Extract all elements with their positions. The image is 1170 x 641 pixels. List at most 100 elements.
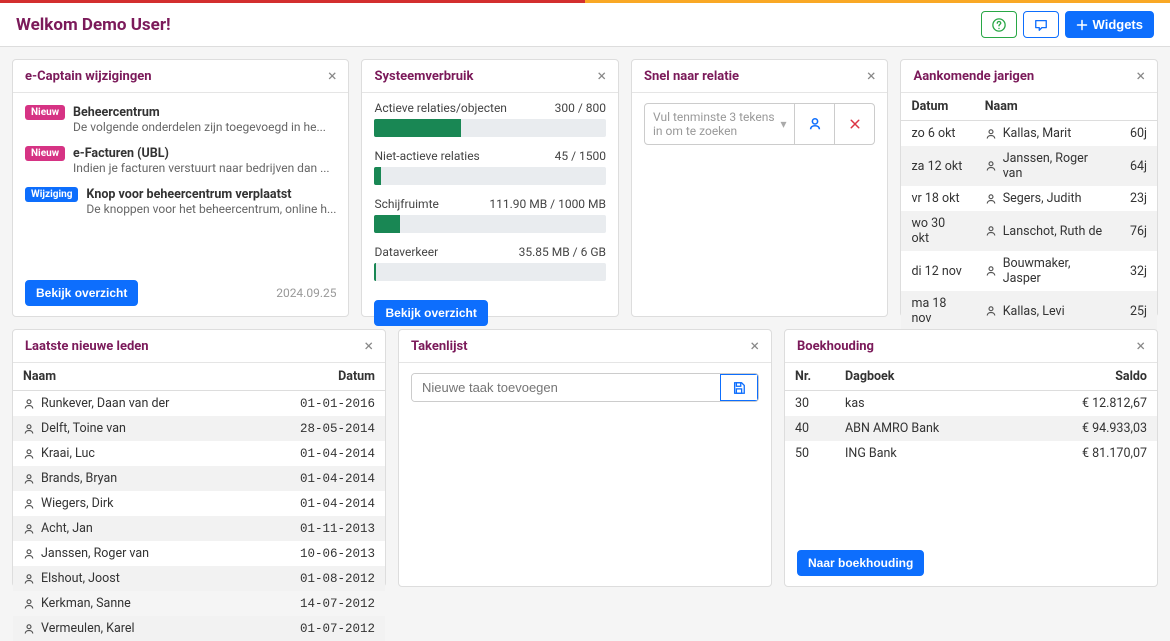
quicksearch-card: Snel naar relatie × Vul tenminste 3 teke… [631,59,889,317]
table-row[interactable]: Vermeulen, Karel01-07-2012 [13,616,385,641]
go-to-relation-button[interactable] [794,104,834,144]
table-row[interactable]: Runkever, Daan van der01-01-2016 [13,391,385,417]
table-row[interactable]: Acht, Jan01-11-2013 [13,516,385,541]
col-book: Dagboek [835,363,1020,391]
birthdays-title: Aankomende jarigen [913,69,1034,84]
change-title: e-Facturen (UBL) [73,146,336,161]
cell-name: Runkever, Daan van der [13,391,250,417]
table-row[interactable]: Brands, Bryan01-04-2014 [13,466,385,491]
person-icon [23,423,35,435]
cell-book: ING Bank [835,441,1020,466]
cell-date: za 12 okt [901,146,974,186]
change-item[interactable]: Nieuwe-Facturen (UBL)Indien je facturen … [13,140,348,181]
x-icon [849,118,861,130]
help-button[interactable] [981,11,1017,38]
cell-name: Vermeulen, Karel [13,616,250,641]
changes-overview-button[interactable]: Bekijk overzicht [25,280,138,306]
relation-search-select[interactable]: Vul tenminste 3 tekens in om te zoeken ▾ [645,104,795,144]
usage-card: Systeemverbruik × Actieve relaties/objec… [361,59,619,317]
change-item[interactable]: WijzigingKnop voor beheercentrum verplaa… [13,181,348,222]
question-circle-icon [992,18,1006,32]
accounting-title: Boekhouding [797,339,874,354]
change-title: Knop voor beheercentrum verplaatst [86,187,336,202]
cell-date: 01-01-2016 [250,391,385,417]
cell-date: 14-07-2012 [250,591,385,616]
cell-name: Elshout, Joost [13,566,250,591]
clear-search-button[interactable] [834,104,874,144]
cell-name: Wiegers, Dirk [13,491,250,516]
usage-value: 35.85 MB / 6 GB [519,245,606,259]
goto-accounting-button[interactable]: Naar boekhouding [797,550,924,576]
chevron-down-icon: ▾ [780,117,786,131]
newmembers-card: Laatste nieuwe leden × Naam Datum Runkev… [12,329,386,587]
person-icon [985,305,997,317]
usage-row: Dataverkeer35.85 MB / 6 GB [362,241,618,289]
table-row[interactable]: Janssen, Roger van10-06-2013 [13,541,385,566]
col-date: Datum [250,363,385,391]
newmembers-title: Laatste nieuwe leden [25,339,149,354]
cell-date: 10-06-2013 [250,541,385,566]
person-icon [23,473,35,485]
progress-bar-track [374,119,606,137]
cell-date: 01-04-2014 [250,466,385,491]
table-row[interactable]: ma 18 novKallas, Levi25j [901,291,1157,331]
cell-date: ma 18 nov [901,291,974,331]
table-row[interactable]: Kraai, Luc01-04-2014 [13,441,385,466]
close-icon[interactable]: × [1136,338,1145,354]
new-task-input[interactable] [412,374,720,401]
cell-name: Acht, Jan [13,516,250,541]
table-row[interactable]: 40ABN AMRO Bank€ 94.933,03 [785,416,1157,441]
quicksearch-title: Snel naar relatie [644,69,739,84]
close-icon[interactable]: × [750,338,759,354]
save-task-button[interactable] [720,374,758,401]
usage-value: 45 / 1500 [555,149,606,163]
close-icon[interactable]: × [597,68,606,84]
cell-name: Kallas, Levi [975,291,1120,331]
close-icon[interactable]: × [867,68,876,84]
cell-saldo: € 81.170,07 [1020,441,1157,466]
plus-icon [1076,19,1088,31]
close-icon[interactable]: × [1136,68,1145,84]
person-icon [23,548,35,560]
usage-title: Systeemverbruik [374,69,473,84]
table-row[interactable]: 30kas€ 12.812,67 [785,391,1157,417]
relation-search[interactable]: Vul tenminste 3 tekens in om te zoeken ▾ [644,103,876,145]
table-row[interactable]: za 12 oktJanssen, Roger van64j [901,146,1157,186]
table-row[interactable]: Kerkman, Sanne14-07-2012 [13,591,385,616]
table-row[interactable]: Delft, Toine van28-05-2014 [13,416,385,441]
table-row[interactable]: di 12 novBouwmaker, Jasper32j [901,251,1157,291]
close-icon[interactable]: × [364,338,373,354]
welcome-title: Welkom Demo User! [16,15,171,35]
cell-date: 01-07-2012 [250,616,385,641]
cell-name: Kallas, Marit [975,121,1120,147]
change-item[interactable]: NieuwBeheercentrumDe volgende onderdelen… [13,99,348,140]
person-icon [985,225,997,237]
speech-bubble-icon [1034,18,1048,32]
table-row[interactable]: vr 18 oktSegers, Judith23j [901,186,1157,211]
relation-search-placeholder: Vul tenminste 3 tekens in om te zoeken [653,110,780,138]
person-icon [23,448,35,460]
close-icon[interactable]: × [328,68,337,84]
table-row[interactable]: 50ING Bank€ 81.170,07 [785,441,1157,466]
person-icon [23,573,35,585]
tasks-title: Takenlijst [411,339,468,354]
widgets-button[interactable]: Widgets [1065,11,1154,38]
progress-bar-fill [374,263,375,281]
progress-bar-track [374,167,606,185]
cell-name: Kerkman, Sanne [13,591,250,616]
table-row[interactable]: zo 6 oktKallas, Marit60j [901,121,1157,147]
table-row[interactable]: Elshout, Joost01-08-2012 [13,566,385,591]
newmembers-table: Naam Datum Runkever, Daan van der01-01-2… [13,363,385,641]
changes-title: e-Captain wijzigingen [25,69,152,84]
cell-age: 64j [1120,146,1157,186]
widgets-button-label: Widgets [1093,17,1143,32]
change-desc: De knoppen voor het beheercentrum, onlin… [86,202,336,216]
usage-value: 111.90 MB / 1000 MB [489,197,606,211]
usage-label: Schijfruimte [374,197,438,211]
person-icon [23,498,35,510]
table-row[interactable]: Wiegers, Dirk01-04-2014 [13,491,385,516]
usage-overview-button[interactable]: Bekijk overzicht [374,300,487,326]
table-row[interactable]: wo 30 oktLanschot, Ruth de76j [901,211,1157,251]
feedback-button[interactable] [1023,11,1059,38]
save-icon [732,381,746,395]
